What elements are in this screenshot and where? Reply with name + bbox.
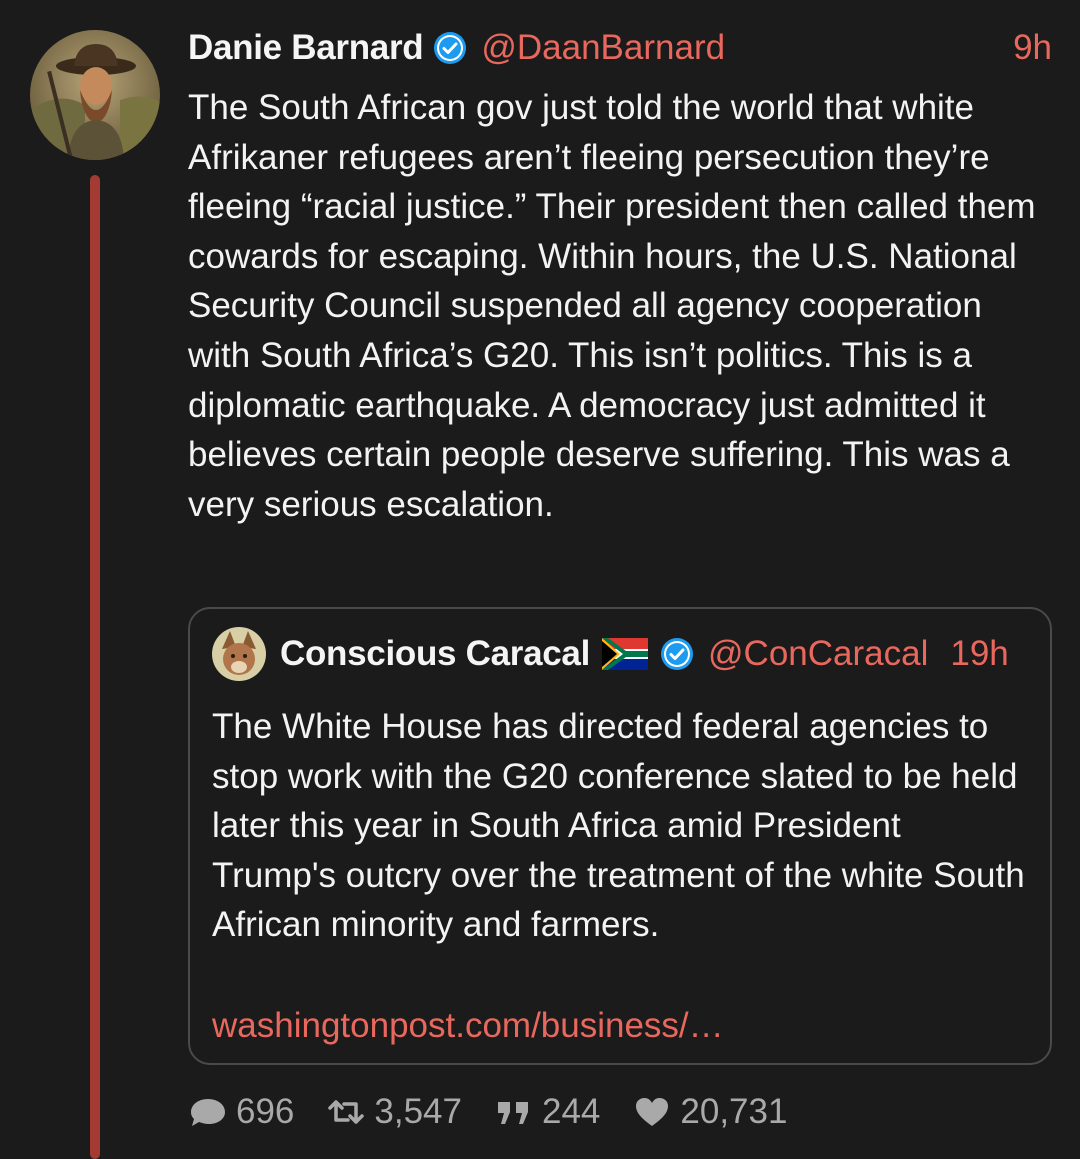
author-display-name[interactable]: Danie Barnard — [188, 28, 424, 68]
retweet-button[interactable]: 3,547 — [326, 1092, 462, 1132]
tweet[interactable]: Danie Barnard @DaanBarnard 9h The South … — [0, 0, 1080, 1159]
verified-badge-icon — [433, 31, 467, 65]
tweet-text: The South African gov just told the worl… — [188, 88, 1036, 524]
quoted-author-avatar[interactable] — [212, 627, 266, 681]
author-avatar[interactable] — [30, 30, 160, 160]
reply-count: 696 — [236, 1092, 295, 1131]
thread-line — [90, 175, 100, 1159]
tweet-timestamp[interactable]: 9h — [1013, 24, 1052, 72]
author-handle[interactable]: @DaanBarnard — [481, 28, 725, 68]
quote-count: 244 — [542, 1092, 601, 1131]
quoted-tweet[interactable]: Conscious Caracal @ConCaracal 19h The Wh… — [188, 607, 1052, 1065]
quoted-author-handle: @ConCaracal — [708, 634, 929, 673]
like-button[interactable]: 20,731 — [632, 1092, 787, 1132]
portrait-avatar-icon — [30, 30, 160, 160]
quoted-author-display-name: Conscious Caracal — [280, 634, 591, 673]
quoted-tweet-link[interactable]: washingtonpost.com/business/… — [212, 1001, 724, 1051]
quoted-tweet-text: The White House has directed federal age… — [212, 707, 1025, 945]
quoted-tweet-header: Conscious Caracal @ConCaracal 19h — [280, 629, 1040, 679]
reply-bubble-icon — [191, 1099, 225, 1126]
caracal-avatar-icon — [212, 627, 266, 681]
quoted-verified-badge-icon — [660, 637, 694, 671]
like-count: 20,731 — [680, 1092, 788, 1131]
south-africa-flag-icon — [602, 638, 649, 670]
quoted-tweet-timestamp: 19h — [950, 634, 1009, 673]
reply-button[interactable]: 696 — [188, 1092, 294, 1132]
tweet-header: Danie Barnard @DaanBarnard 9h — [188, 24, 1052, 72]
retweet-count: 3,547 — [374, 1092, 462, 1131]
heart-icon — [636, 1098, 669, 1126]
quote-marks-icon — [498, 1102, 528, 1124]
action-bar: 696 3,547 244 20,731 — [188, 1088, 819, 1136]
retweet-icon — [328, 1100, 365, 1124]
quote-tweet-button[interactable]: 244 — [494, 1092, 600, 1132]
